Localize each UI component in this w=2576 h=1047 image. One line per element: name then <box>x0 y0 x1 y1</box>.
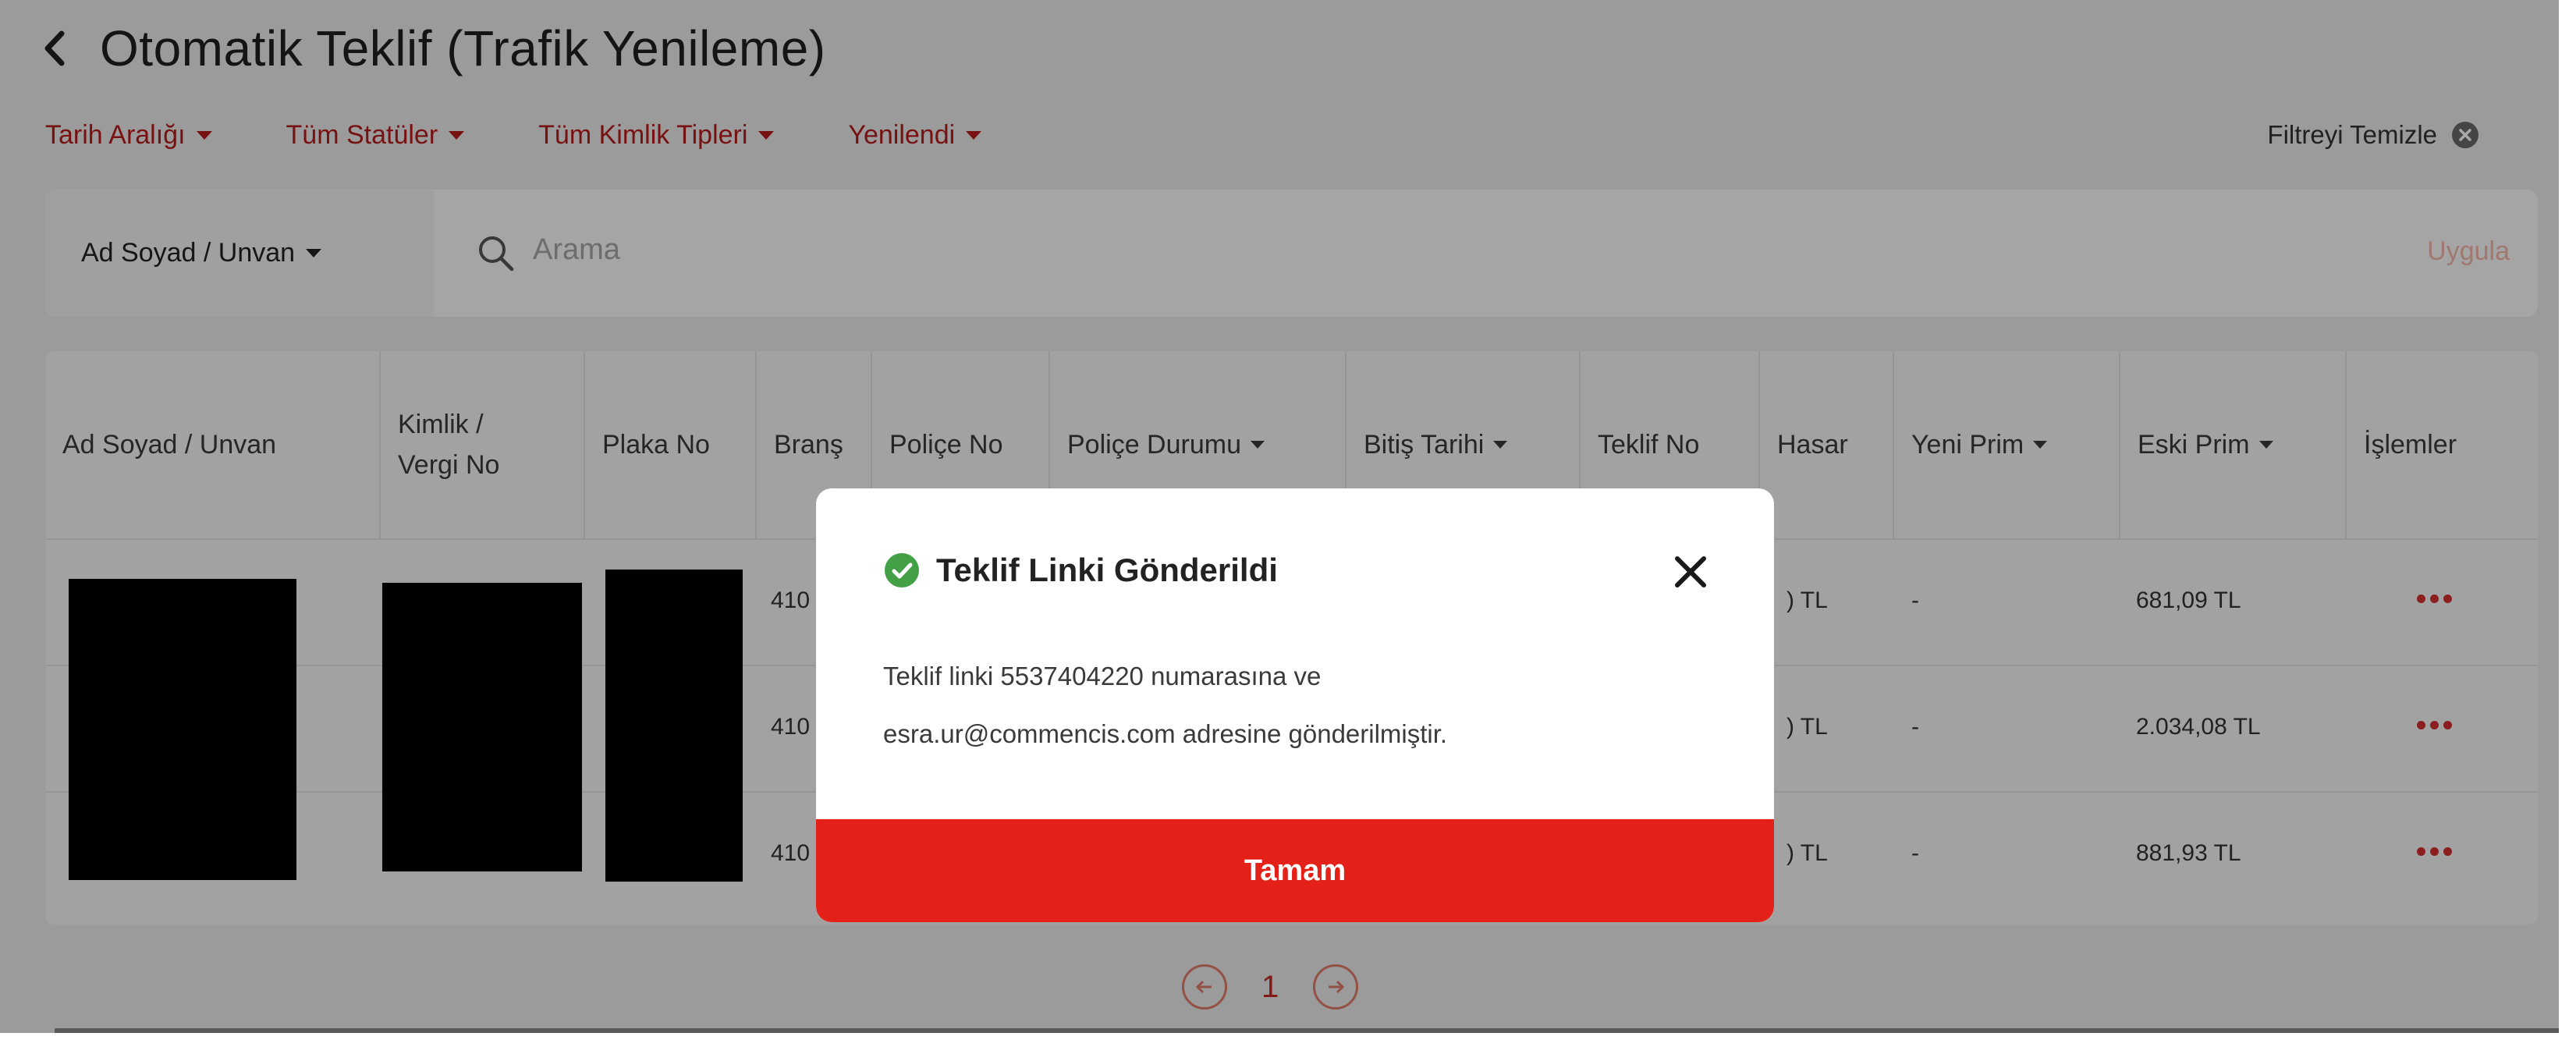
success-dialog: Teklif Linki Gönderildi Teklif linki 553… <box>816 488 1774 922</box>
ok-button[interactable]: Tamam <box>816 819 1774 922</box>
check-circle-icon <box>885 553 919 587</box>
dialog-header: Teklif Linki Gönderildi <box>883 543 1278 598</box>
frame-border <box>2559 0 2576 1047</box>
dialog-message-line2: esra.ur@commencis.com adresine gönderilm… <box>883 719 1448 748</box>
frame-border <box>0 1033 2576 1047</box>
dialog-message-line1: Teklif linki 5537404220 numarasına ve <box>883 662 1322 690</box>
close-icon[interactable] <box>1673 554 1708 590</box>
dialog-title: Teklif Linki Gönderildi <box>936 552 1278 588</box>
